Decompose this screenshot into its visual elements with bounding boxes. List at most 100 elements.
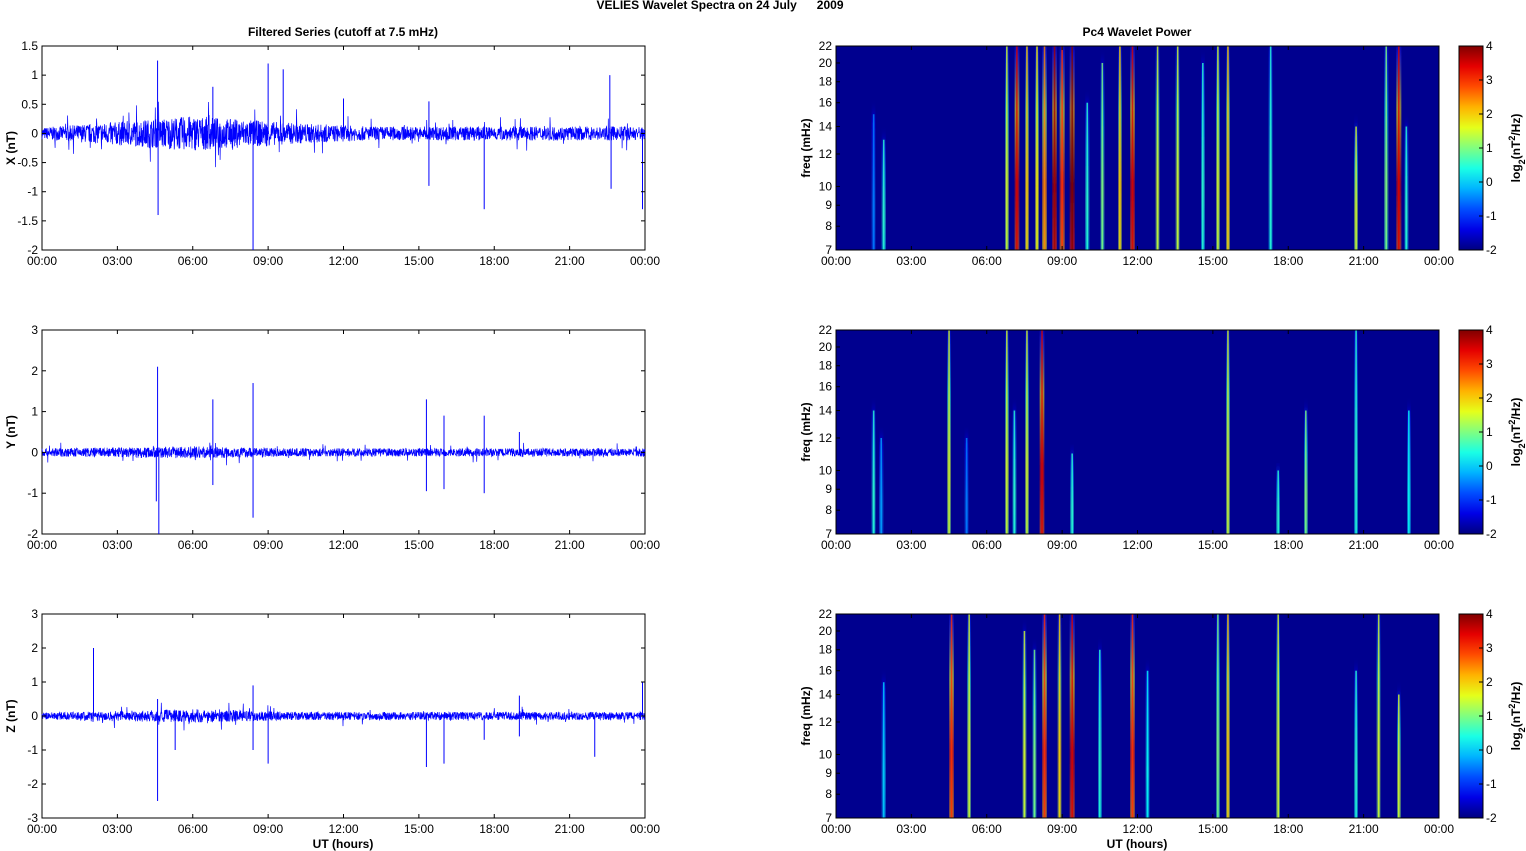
x-tick-label: 12:00	[1122, 254, 1152, 268]
x-tick-label: 00:00	[821, 538, 851, 552]
colorbar-tick-label: -2	[1486, 811, 1497, 825]
power-event-core	[1398, 46, 1400, 250]
power-event-core	[1041, 330, 1043, 534]
power-event-core	[965, 437, 968, 534]
x-tick-label: 21:00	[1349, 254, 1379, 268]
plot-area	[836, 330, 1439, 534]
series-panel-x: -2-1.5-1-0.500.511.500:00 03:00 06:00 09:00…	[4, 39, 660, 268]
plot-area	[836, 614, 1439, 818]
power-event-core	[1217, 614, 1219, 818]
colorbar-tick-label: 0	[1486, 459, 1493, 473]
x-tick-label: 03:00	[896, 254, 926, 268]
x-tick-label: 21:00	[1349, 538, 1379, 552]
spectrogram-panel-z: 7891012141618202200:00 03:00 06:00 09:00 12:…	[799, 607, 1526, 836]
x-tick-label: 21:00	[555, 538, 585, 552]
left-column-title: Filtered Series (cutoff at 7.5 mHz)	[248, 25, 438, 39]
y-axis-label: freq (mHz)	[799, 118, 813, 177]
power-event-core	[1355, 670, 1357, 818]
spectrogram-panel-y: 7891012141618202200:00 03:00 06:00 09:00 12:…	[799, 323, 1526, 552]
y-tick-label: 18	[819, 359, 833, 373]
x-tick-label: 03:00	[896, 822, 926, 836]
power-event-core	[1101, 62, 1104, 250]
power-event-core	[1227, 614, 1229, 818]
x-tick-label: 15:00	[404, 822, 434, 836]
y-tick-label: 0	[31, 709, 38, 723]
power-event-core	[1086, 102, 1089, 250]
y-tick-label: 22	[819, 39, 833, 53]
x-tick-label: 12:00	[328, 254, 358, 268]
x-tick-label: 15:00	[1198, 822, 1228, 836]
colorbar-tick-label: -1	[1486, 209, 1497, 223]
power-event-core	[1131, 46, 1134, 250]
x-tick-label: 03:00	[102, 254, 132, 268]
y-tick-label: 12	[819, 431, 833, 445]
x-tick-label: 12:00	[328, 822, 358, 836]
y-tick-label: 14	[819, 688, 833, 702]
power-event-core	[880, 437, 883, 534]
colorbar-tick-label: 4	[1486, 323, 1493, 337]
right-column-title: Pc4 Wavelet Power	[1083, 25, 1192, 39]
y-tick-label: 8	[825, 503, 832, 517]
colorbar: -2 -1 0 1 2 3 4 log2(nT2/Hz)	[1458, 323, 1526, 541]
y-tick-label: 3	[31, 607, 38, 621]
x-tick-label: 00:00	[630, 538, 660, 552]
x-tick-label: 21:00	[1349, 822, 1379, 836]
y-tick-label: 20	[819, 340, 833, 354]
y-tick-label: 8	[825, 787, 832, 801]
x-tick-label: 15:00	[404, 254, 434, 268]
colorbar-tick-label: -1	[1486, 493, 1497, 507]
y-tick-label: 18	[819, 75, 833, 89]
y-tick-label: 10	[819, 179, 833, 193]
series-panel-z: -3-2-1012300:00 03:00 06:00 09:00 12:00 15:00…	[4, 607, 660, 836]
y-tick-label: 20	[819, 56, 833, 70]
power-event-core	[1405, 126, 1408, 250]
colorbar-tick-label: 4	[1486, 607, 1493, 621]
colorbar-tick-label: 1	[1486, 141, 1493, 155]
y-axis-label: freq (mHz)	[799, 686, 813, 745]
x-tick-label: 00:00	[27, 538, 57, 552]
y-tick-label: 10	[819, 747, 833, 761]
power-event-core	[1071, 46, 1073, 250]
y-tick-label: 18	[819, 643, 833, 657]
power-event-core	[1006, 330, 1008, 534]
colorbar-tick-label: -2	[1486, 243, 1497, 257]
y-tick-label: 12	[819, 715, 833, 729]
colorbar-tick-label: 2	[1486, 391, 1493, 405]
power-event-core	[1006, 46, 1008, 250]
x-tick-label: 09:00	[1047, 822, 1077, 836]
power-event-core	[1277, 614, 1279, 818]
y-tick-label: 2	[31, 364, 38, 378]
power-event-core	[1099, 649, 1101, 818]
y-tick-label: 9	[825, 766, 832, 780]
colorbar-label: log2(nT2/Hz)	[1507, 682, 1526, 751]
y-tick-label: 1.5	[21, 39, 38, 53]
x-tick-label: 06:00	[178, 254, 208, 268]
y-tick-label: 16	[819, 380, 833, 394]
power-event-core	[1217, 46, 1219, 250]
power-event-core	[1156, 46, 1159, 250]
power-event-core	[1385, 46, 1388, 250]
y-tick-label: -2	[27, 777, 38, 791]
power-event-core	[1119, 46, 1121, 250]
y-tick-label: 1	[31, 675, 38, 689]
colorbar-tick-label: 3	[1486, 357, 1493, 371]
power-event-core	[1071, 614, 1073, 818]
colorbar-tick-label: -2	[1486, 527, 1497, 541]
plot-area	[41, 329, 646, 535]
x-tick-label: 21:00	[555, 254, 585, 268]
x-tick-label: 06:00	[178, 822, 208, 836]
x-tick-label: 00:00	[821, 822, 851, 836]
colorbar-tick-label: 3	[1486, 73, 1493, 87]
series-panel-y: -2-1012300:00 03:00 06:00 09:00 12:00 15:00 18…	[4, 323, 660, 552]
y-tick-label: 22	[819, 607, 833, 621]
x-tick-label: 15:00	[404, 538, 434, 552]
colorbar-tick-label: 2	[1486, 675, 1493, 689]
power-event-core	[1071, 453, 1073, 534]
colorbar-tick-label: 4	[1486, 39, 1493, 53]
x-tick-label: 09:00	[1047, 538, 1077, 552]
x-tick-label: 06:00	[972, 822, 1002, 836]
power-event-core	[1398, 694, 1400, 818]
power-event-core	[1058, 614, 1061, 818]
right-xlabel: UT (hours)	[1107, 837, 1168, 851]
y-tick-label: 9	[825, 482, 832, 496]
